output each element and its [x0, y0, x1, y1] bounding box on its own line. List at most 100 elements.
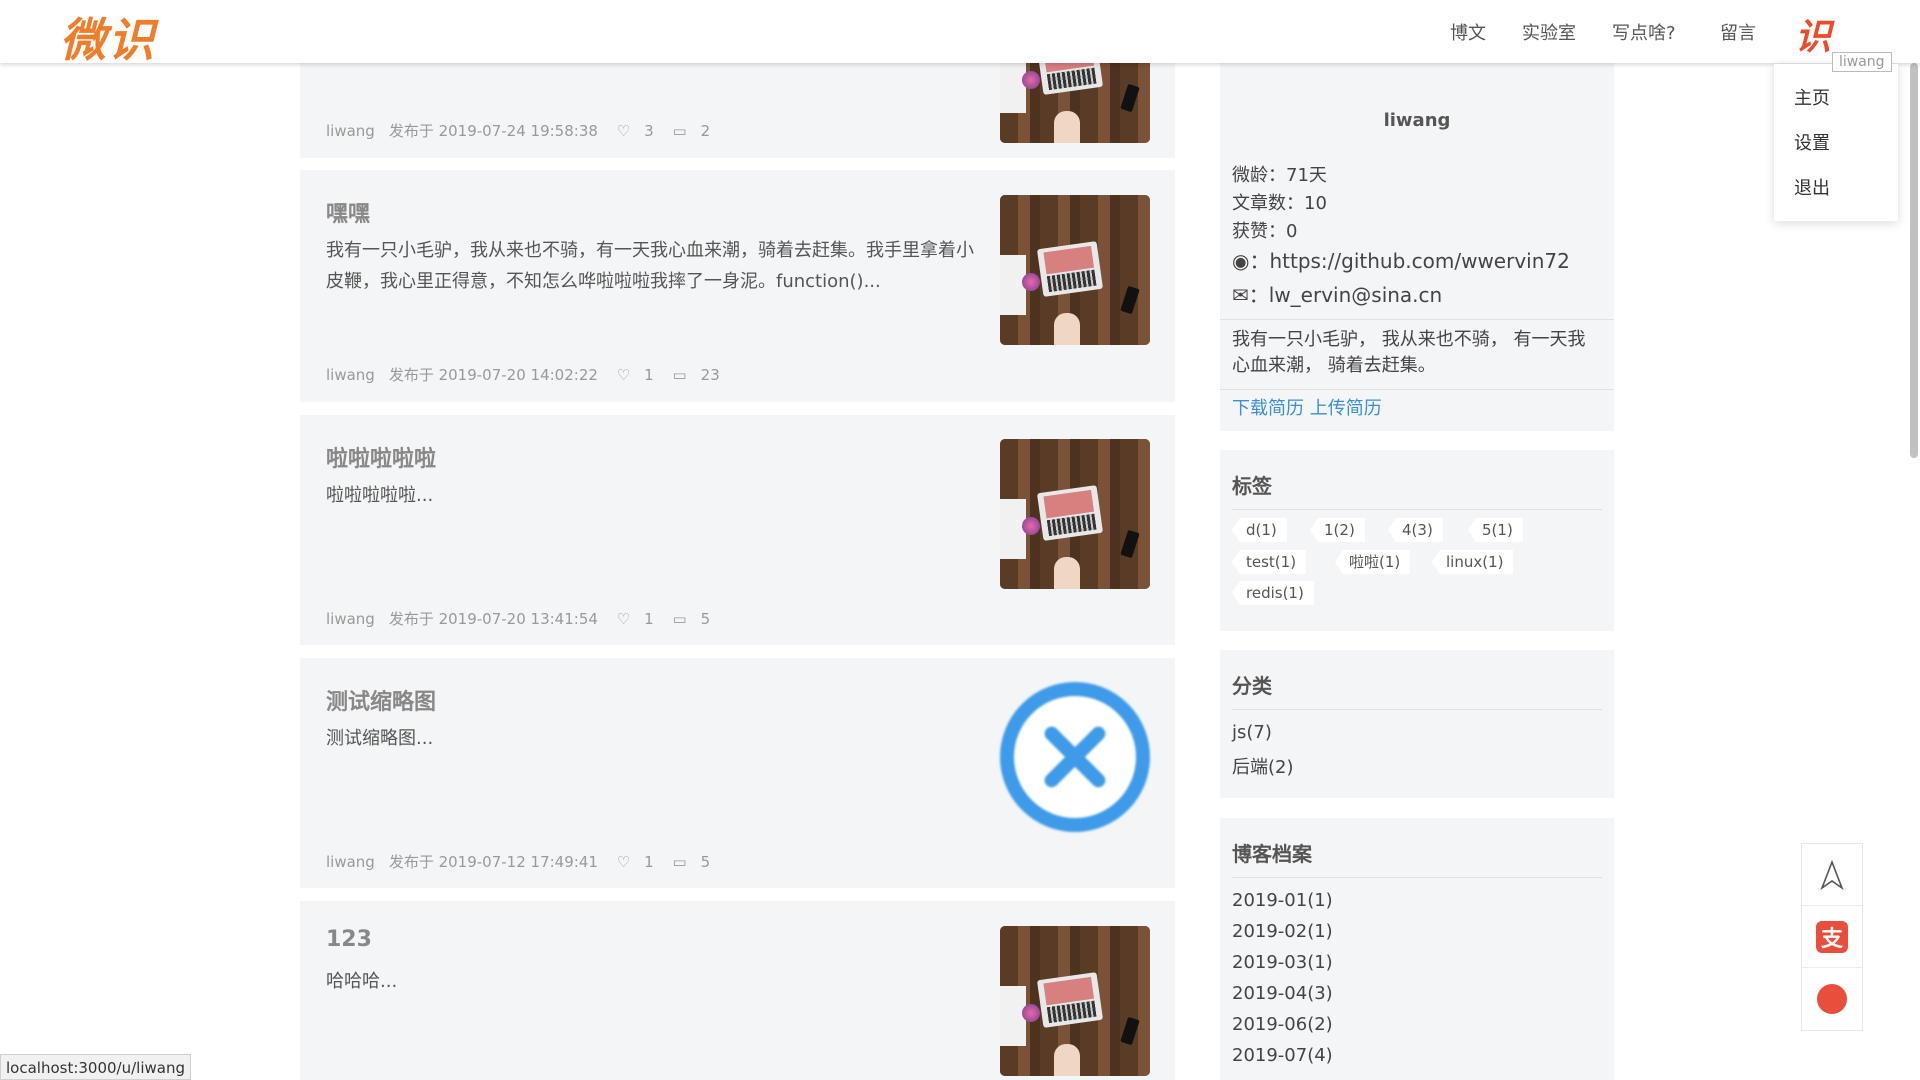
alipay-icon: 支: [1816, 920, 1848, 953]
email-link[interactable]: lw_ervin@sina.cn: [1269, 283, 1442, 307]
comment-count: 23: [700, 366, 720, 384]
post-author[interactable]: liwang: [326, 122, 375, 140]
arrow-up-icon: [1820, 859, 1844, 890]
nav-item-write[interactable]: 写点啥?: [1612, 19, 1676, 45]
post-meta: liwang 发布于 2019-07-20 13:41:54 ♡ 1 ▭ 5: [326, 608, 724, 629]
profile-name[interactable]: liwang: [1220, 110, 1614, 131]
post-summary: 我有一只小毛驴，我从来也不骑，有一天我心血来潮，骑着去赶集。我手里拿着小皮鞭，我…: [326, 240, 974, 292]
wechat-button[interactable]: [1802, 968, 1862, 1030]
categories-title: 分类: [1232, 670, 1602, 710]
comment-icon[interactable]: ▭: [672, 853, 686, 871]
heart-icon[interactable]: ♡: [617, 122, 630, 140]
tag-item[interactable]: d(1): [1232, 518, 1287, 542]
dropdown-item-logout[interactable]: 退出: [1794, 174, 1830, 200]
dropdown-item-home[interactable]: 主页: [1794, 84, 1830, 110]
tag-item[interactable]: 4(3): [1388, 518, 1443, 542]
status-bar-url: localhost:3000/u/liwang: [0, 1054, 191, 1080]
profile-github: ◉：https://github.com/wwervin72: [1232, 249, 1570, 273]
top-nav-bar: 微识 博文 实验室 写点啥? 留言 识: [0, 0, 1920, 67]
post-summary: 哈哈哈...: [326, 971, 398, 992]
post-author[interactable]: liwang: [326, 853, 375, 871]
categories-card: 分类 js(7) 后端(2): [1220, 650, 1614, 798]
post-summary: 啦啦啦啦啦...: [326, 485, 434, 506]
nav-item-lab[interactable]: 实验室: [1522, 19, 1576, 45]
post-author[interactable]: liwang: [326, 610, 375, 628]
post-title[interactable]: 嘿嘿: [326, 196, 370, 228]
like-count: 1: [644, 610, 654, 628]
post-title[interactable]: 测试缩略图: [326, 684, 436, 716]
post-thumbnail[interactable]: [1000, 439, 1150, 589]
post-thumbnail[interactable]: [1000, 195, 1150, 345]
heart-icon[interactable]: ♡: [617, 610, 630, 628]
like-count: 1: [644, 366, 654, 384]
mail-icon: ✉: [1232, 283, 1249, 307]
broken-image-icon[interactable]: [1000, 682, 1150, 832]
avatar-tooltip: liwang: [1832, 52, 1892, 72]
like-count: 1: [644, 853, 654, 871]
comment-icon[interactable]: ▭: [672, 366, 686, 384]
post-title[interactable]: 123: [326, 927, 372, 952]
comment-count: 5: [700, 853, 711, 871]
archive-item[interactable]: 2019-02(1): [1232, 921, 1333, 942]
post-meta: liwang 发布于 2019-07-12 17:49:41 ♡ 1 ▭ 5: [326, 851, 724, 872]
post-card[interactable]: 测试缩略图 测试缩略图... liwang 发布于 2019-07-12 17:4…: [300, 658, 1175, 888]
site-logo[interactable]: 微识: [60, 4, 156, 70]
github-icon: ◉: [1232, 249, 1250, 273]
tag-item[interactable]: 1(2): [1310, 518, 1365, 542]
archive-item[interactable]: 2019-07(4): [1232, 1045, 1333, 1066]
profile-card: ˙ ˙ liwang 微龄：71天 文章数：10 获赞：0 ◉：https://…: [1220, 63, 1614, 431]
page-scrollbar[interactable]: [1910, 63, 1918, 458]
archive-item[interactable]: 2019-06(2): [1232, 1014, 1333, 1035]
back-to-top-button[interactable]: [1802, 844, 1862, 906]
post-title[interactable]: 啦啦啦啦啦: [326, 441, 436, 473]
nav-item-posts[interactable]: 博文: [1450, 19, 1486, 45]
post-summary: 测试缩略图...: [326, 728, 434, 749]
archive-item[interactable]: 2019-01(1): [1232, 890, 1333, 911]
post-meta: liwang 发布于 2019-07-24 19:58:38 ♡ 3 ▭ 2: [326, 120, 724, 141]
github-link[interactable]: https://github.com/wwervin72: [1269, 249, 1569, 273]
tags-title: 标签: [1232, 470, 1602, 510]
comment-icon[interactable]: ▭: [672, 610, 686, 628]
upload-resume-link[interactable]: 上传简历: [1310, 398, 1382, 419]
post-author[interactable]: liwang: [326, 366, 375, 384]
profile-bio: 我有一只小毛驴， 我从来也不骑， 有一天我心血来潮， 骑着去赶集。: [1232, 329, 1586, 376]
post-thumbnail[interactable]: [1000, 926, 1150, 1076]
category-item[interactable]: 后端(2): [1232, 753, 1294, 779]
nav-item-messages[interactable]: 留言: [1720, 19, 1756, 45]
post-card[interactable]: liwang 发布于 2019-07-24 19:58:38 ♡ 3 ▭ 2: [300, 0, 1175, 158]
download-resume-link[interactable]: 下载简历: [1232, 398, 1304, 419]
tags-card: 标签 d(1) 1(2) 4(3) 5(1) test(1) 啦啦(1) lin…: [1220, 450, 1614, 631]
archive-card: 博客档案 2019-01(1) 2019-02(1) 2019-03(1) 20…: [1220, 818, 1614, 1080]
user-dropdown-menu: 主页 设置 退出: [1774, 64, 1898, 221]
floating-toolbar: 支: [1801, 843, 1863, 1031]
wechat-icon: [1817, 984, 1847, 1014]
tag-item[interactable]: linux(1): [1432, 550, 1514, 574]
archive-title: 博客档案: [1232, 838, 1602, 878]
dropdown-item-settings[interactable]: 设置: [1794, 129, 1830, 155]
post-date: 发布于 2019-07-12 17:49:41: [388, 853, 598, 871]
profile-avatar[interactable]: ˙ ˙: [1380, 63, 1470, 87]
post-card[interactable]: 123 哈哈哈...: [300, 901, 1175, 1080]
archive-item[interactable]: 2019-04(3): [1232, 983, 1333, 1004]
tag-item[interactable]: redis(1): [1232, 581, 1314, 605]
tag-item[interactable]: test(1): [1232, 550, 1307, 574]
comment-count: 2: [700, 122, 711, 140]
user-avatar[interactable]: 识: [1795, 8, 1831, 60]
post-card[interactable]: 啦啦啦啦啦 啦啦啦啦啦... liwang 发布于 2019-07-20 13:4…: [300, 415, 1175, 645]
profile-likes: 获赞：0: [1232, 221, 1298, 242]
profile-articles: 文章数：10: [1232, 193, 1327, 214]
comment-icon[interactable]: ▭: [672, 122, 686, 140]
heart-icon[interactable]: ♡: [617, 366, 630, 384]
post-date: 发布于 2019-07-20 14:02:22: [388, 366, 598, 384]
tag-item[interactable]: 5(1): [1468, 518, 1523, 542]
post-date: 发布于 2019-07-24 19:58:38: [388, 122, 598, 140]
profile-age: 微龄：71天: [1232, 165, 1327, 186]
heart-icon[interactable]: ♡: [617, 853, 630, 871]
archive-item[interactable]: 2019-03(1): [1232, 952, 1333, 973]
alipay-button[interactable]: 支: [1802, 906, 1862, 968]
resume-links: 下载简历 上传简历: [1232, 394, 1382, 420]
post-card[interactable]: 嘿嘿 我有一只小毛驴，我从来也不骑，有一天我心血来潮，骑着去赶集。我手里拿着小皮…: [300, 170, 1175, 402]
tag-item[interactable]: 啦啦(1): [1335, 550, 1411, 574]
category-item[interactable]: js(7): [1232, 722, 1272, 743]
like-count: 3: [644, 122, 654, 140]
